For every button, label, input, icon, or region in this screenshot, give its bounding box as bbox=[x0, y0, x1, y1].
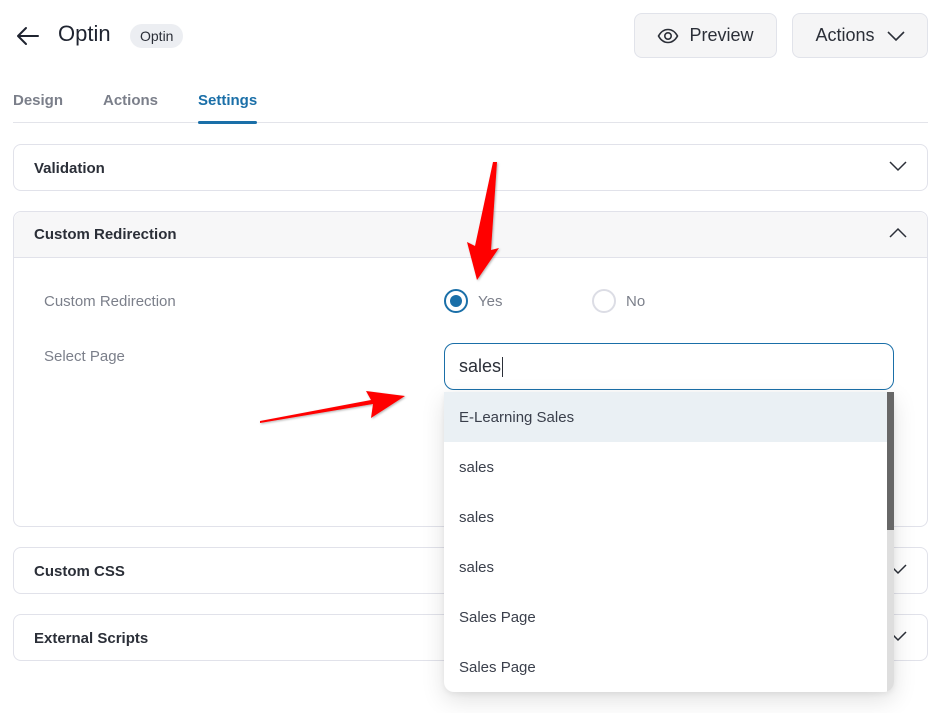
tab-bar: Design Actions Settings bbox=[13, 88, 928, 124]
validation-panel: Validation bbox=[13, 144, 928, 191]
dropdown-option[interactable]: Sales Page bbox=[444, 642, 887, 692]
preview-label: Preview bbox=[689, 25, 754, 45]
tab-design[interactable]: Design bbox=[13, 92, 63, 109]
radio-no-indicator[interactable] bbox=[592, 289, 616, 313]
select-page-label: Select Page bbox=[44, 348, 125, 365]
select-page-search-input[interactable]: sales bbox=[444, 343, 894, 390]
tab-actions[interactable]: Actions bbox=[103, 92, 158, 109]
actions-label: Actions bbox=[815, 25, 875, 45]
page-title: Optin bbox=[58, 21, 111, 46]
custom-css-title: Custom CSS bbox=[34, 562, 125, 580]
dropdown-scrollbar-thumb[interactable] bbox=[887, 392, 894, 530]
dropdown-option[interactable]: sales bbox=[444, 442, 887, 492]
dropdown-option[interactable]: sales bbox=[444, 542, 887, 592]
external-scripts-title: External Scripts bbox=[34, 629, 149, 647]
custom-redirection-label: Custom Redirection bbox=[44, 293, 176, 310]
back-button[interactable] bbox=[14, 22, 42, 50]
text-caret bbox=[502, 356, 504, 377]
actions-button[interactable]: Actions bbox=[792, 13, 928, 58]
dropdown-scrollbar[interactable] bbox=[887, 392, 894, 692]
radio-no-label: No bbox=[626, 292, 646, 310]
tab-settings[interactable]: Settings bbox=[198, 92, 258, 124]
custom-redirection-title: Custom Redirection bbox=[34, 226, 177, 243]
validation-title: Validation bbox=[34, 159, 105, 177]
search-value: sales bbox=[459, 356, 502, 376]
radio-yes-indicator[interactable] bbox=[444, 289, 468, 313]
radio-yes-label: Yes bbox=[478, 292, 503, 310]
eye-icon bbox=[657, 28, 679, 44]
arrow-left-icon bbox=[17, 27, 39, 45]
type-badge: Optin bbox=[130, 24, 184, 48]
dropdown-option[interactable]: E-Learning Sales bbox=[444, 392, 887, 442]
chevron-down-icon bbox=[886, 30, 905, 41]
chevron-down-icon bbox=[889, 161, 907, 172]
page-header: Optin Optin Preview Actions bbox=[0, 0, 941, 72]
preview-button[interactable]: Preview bbox=[634, 13, 777, 58]
dropdown-option[interactable]: sales bbox=[444, 492, 887, 542]
dropdown-option[interactable]: Sales Page bbox=[444, 592, 887, 642]
radio-no[interactable]: No bbox=[592, 289, 645, 313]
page-suggestions-dropdown: E-Learning Sales sales sales sales Sales… bbox=[444, 392, 894, 692]
chevron-up-icon bbox=[889, 227, 907, 238]
custom-redirection-panel-header[interactable]: Custom Redirection bbox=[14, 212, 927, 258]
radio-yes[interactable]: Yes bbox=[444, 289, 502, 313]
validation-panel-header[interactable]: Validation bbox=[14, 145, 927, 191]
